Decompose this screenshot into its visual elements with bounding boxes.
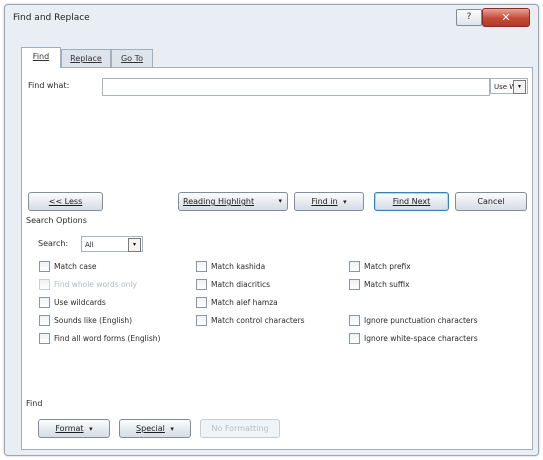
sounds-like-label: Sounds like (English): [54, 316, 133, 325]
checkbox-box[interactable]: [349, 261, 360, 272]
less-button[interactable]: << Less: [28, 192, 103, 211]
match-kashida-checkbox[interactable]: Match kashida: [196, 261, 265, 274]
search-direction-label: Search:: [38, 239, 69, 248]
match-control-chars-label: Match control characters: [211, 316, 305, 325]
checkbox-box[interactable]: [39, 315, 50, 326]
ignore-whitespace-label: Ignore white-space characters: [364, 334, 478, 343]
tab-replace-label: Replace: [70, 54, 102, 63]
format-button-label: Format: [55, 424, 84, 433]
find-what-label: Find what:: [28, 81, 70, 90]
ignore-punctuation-label: Ignore punctuation characters: [364, 316, 478, 325]
find-in-button[interactable]: Find in ▾: [294, 192, 364, 211]
checkbox-box[interactable]: [349, 315, 360, 326]
tab-replace[interactable]: Replace: [61, 49, 111, 68]
less-button-label: << Less: [48, 197, 83, 206]
chevron-down-icon[interactable]: ▾: [128, 238, 141, 252]
checkbox-box[interactable]: [349, 279, 360, 290]
match-alef-hamza-checkbox[interactable]: Match alef hamza: [196, 297, 278, 310]
chevron-down-icon[interactable]: ▾: [513, 80, 526, 94]
checkbox-box[interactable]: [196, 279, 207, 290]
find-in-label: Find in: [311, 197, 338, 206]
checkbox-box[interactable]: [349, 333, 360, 344]
no-formatting-label: No Formatting: [211, 424, 269, 433]
match-kashida-label: Match kashida: [211, 262, 266, 271]
chevron-down-icon: ▾: [170, 425, 174, 433]
checkbox-box[interactable]: [39, 261, 50, 272]
find-panel: Find what: Use WB ▾ << Less Reading High…: [21, 67, 533, 450]
find-section-heading: Find: [26, 399, 43, 408]
match-control-chars-checkbox[interactable]: Match control characters: [196, 315, 304, 328]
ignore-whitespace-checkbox[interactable]: Ignore white-space characters: [349, 333, 478, 346]
match-case-checkbox[interactable]: Match case: [39, 261, 97, 274]
special-button[interactable]: Special ▾: [119, 419, 191, 438]
use-wildcards-checkbox[interactable]: Use wildcards: [39, 297, 106, 310]
find-next-label: Find Next: [392, 197, 431, 206]
chevron-down-icon: ▾: [278, 197, 282, 205]
reading-highlight-button[interactable]: Reading Highlight ▾: [178, 192, 288, 211]
match-suffix-label: Match suffix: [364, 280, 410, 289]
match-alef-hamza-label: Match alef hamza: [211, 298, 278, 307]
whole-words-checkbox: Find whole words only: [39, 279, 137, 292]
find-what-input[interactable]: [102, 78, 490, 96]
word-forms-checkbox[interactable]: Find all word forms (English): [39, 333, 160, 346]
match-prefix-checkbox[interactable]: Match prefix: [349, 261, 411, 274]
match-suffix-checkbox[interactable]: Match suffix: [349, 279, 410, 292]
title-bar[interactable]: Find and Replace ? ✕: [5, 5, 538, 31]
close-button[interactable]: ✕: [482, 8, 530, 27]
help-button[interactable]: ?: [456, 9, 482, 26]
checkbox-box[interactable]: [39, 297, 50, 308]
match-prefix-label: Match prefix: [364, 262, 411, 271]
format-button[interactable]: Format ▾: [38, 419, 110, 438]
tab-find[interactable]: Find: [21, 47, 61, 68]
cancel-label: Cancel: [477, 197, 505, 206]
use-wildcards-label: Use wildcards: [54, 298, 106, 307]
find-replace-dialog: Find and Replace ? ✕ Find Replace Go To …: [4, 4, 539, 456]
checkbox-box: [39, 279, 50, 290]
whole-words-label: Find whole words only: [54, 280, 137, 289]
find-options-combo[interactable]: Use WB ▾: [490, 78, 528, 94]
tab-find-label: Find: [32, 52, 50, 61]
sounds-like-checkbox[interactable]: Sounds like (English): [39, 315, 132, 328]
cancel-button[interactable]: Cancel: [455, 192, 527, 211]
tab-goto[interactable]: Go To: [111, 49, 153, 68]
search-options-heading: Search Options: [26, 216, 87, 225]
reading-highlight-label: Reading Highlight: [183, 197, 255, 206]
special-button-label: Special: [136, 424, 165, 433]
match-diacritics-label: Match diacritics: [211, 280, 271, 289]
find-next-button[interactable]: Find Next: [374, 192, 449, 211]
match-diacritics-checkbox[interactable]: Match diacritics: [196, 279, 270, 292]
match-case-label: Match case: [54, 262, 97, 271]
window-title: Find and Replace: [13, 13, 90, 23]
checkbox-box[interactable]: [196, 315, 207, 326]
chevron-down-icon: ▾: [89, 425, 93, 433]
checkbox-box[interactable]: [196, 261, 207, 272]
checkbox-box[interactable]: [196, 297, 207, 308]
tab-goto-label: Go To: [120, 54, 144, 63]
ignore-punctuation-checkbox[interactable]: Ignore punctuation characters: [349, 315, 478, 328]
checkbox-box[interactable]: [39, 333, 50, 344]
chevron-down-icon: ▾: [343, 198, 347, 206]
search-direction-select[interactable]: All ▾: [81, 236, 143, 252]
word-forms-label: Find all word forms (English): [54, 334, 161, 343]
no-formatting-button: No Formatting: [200, 419, 280, 438]
search-direction-value: All: [85, 241, 94, 249]
